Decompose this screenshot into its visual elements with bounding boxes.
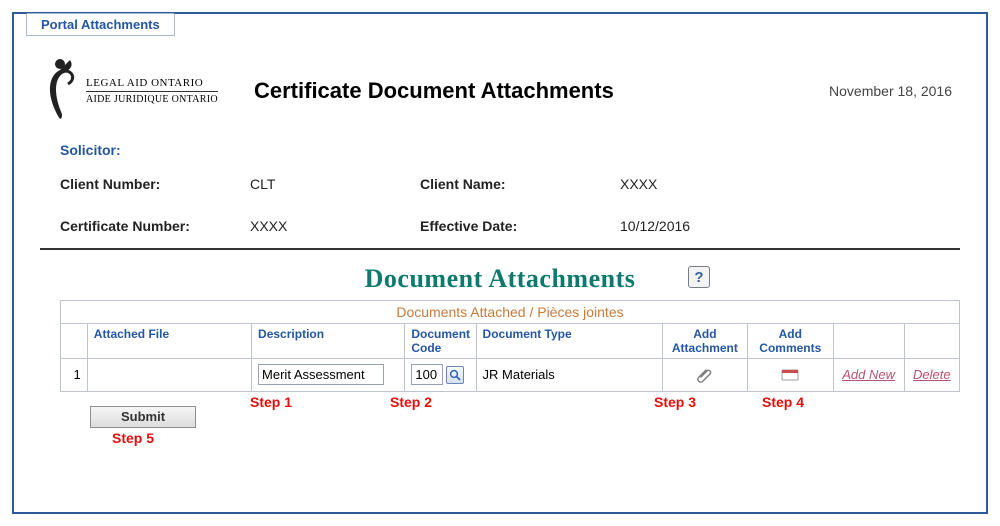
- app-frame: Portal Attachments LEGAL AID ONTARIO AID…: [12, 12, 988, 514]
- description-cell: [252, 359, 405, 391]
- client-number-value: CLT: [250, 176, 420, 192]
- header-date: November 18, 2016: [829, 83, 952, 99]
- section-divider: [40, 248, 960, 250]
- logo-text-main: LEGAL AID ONTARIO: [86, 77, 218, 89]
- col-document-code[interactable]: Document Code: [405, 324, 476, 359]
- col-document-type[interactable]: Document Type: [476, 324, 662, 359]
- logo-text-sub: AIDE JURIDIQUE ONTARIO: [86, 94, 218, 105]
- add-attachment-cell: [662, 359, 747, 391]
- lookup-button[interactable]: [446, 366, 464, 384]
- tab-portal-attachments[interactable]: Portal Attachments: [26, 13, 175, 36]
- magnify-icon: [449, 369, 461, 381]
- brand-logo: LEGAL AID ONTARIO AIDE JURIDIQUE ONTARIO: [40, 56, 230, 126]
- header-row: LEGAL AID ONTARIO AIDE JURIDIQUE ONTARIO…: [30, 48, 970, 136]
- logo-mark-icon: [40, 56, 80, 126]
- client-name-value: XXXX: [620, 176, 790, 192]
- col-add-attachment[interactable]: Add Attachment: [662, 324, 747, 359]
- content-area: LEGAL AID ONTARIO AIDE JURIDIQUE ONTARIO…: [30, 14, 970, 446]
- page-title: Certificate Document Attachments: [254, 78, 805, 104]
- delete-link[interactable]: Delete: [913, 367, 951, 382]
- effective-date-value: 10/12/2016: [620, 218, 790, 234]
- annotations-row: Step 1 Step 2 Step 3 Step 4 Submit Step …: [60, 396, 960, 446]
- doc-attach-section-title: Document Attachments: [365, 264, 636, 294]
- col-add-comments[interactable]: Add Comments: [748, 324, 833, 359]
- paperclip-icon[interactable]: [669, 365, 741, 385]
- add-comments-cell: [748, 359, 833, 391]
- col-rownum: [61, 324, 87, 359]
- solicitor-label: Solicitor:: [60, 142, 940, 158]
- document-code-cell: [405, 359, 476, 391]
- client-number-label: Client Number:: [60, 176, 250, 192]
- certificate-number-label: Certificate Number:: [60, 218, 250, 234]
- doc-table: Attached File Description Document Code …: [61, 324, 959, 391]
- step-4-label: Step 4: [762, 394, 804, 410]
- effective-date-label: Effective Date:: [420, 218, 620, 234]
- description-input[interactable]: [258, 364, 384, 385]
- step-2-label: Step 2: [390, 394, 432, 410]
- comment-icon[interactable]: [754, 367, 826, 383]
- document-code-input[interactable]: [411, 364, 443, 385]
- row-number: 1: [61, 359, 87, 391]
- col-description[interactable]: Description: [252, 324, 405, 359]
- help-icon[interactable]: ?: [688, 266, 710, 288]
- table-header-row: Attached File Description Document Code …: [61, 324, 959, 359]
- doc-table-caption: Documents Attached / Pièces jointes: [61, 301, 959, 324]
- table-row: 1: [61, 359, 959, 391]
- attached-file-cell: [87, 359, 251, 391]
- col-attached-file[interactable]: Attached File: [87, 324, 251, 359]
- step-3-label: Step 3: [654, 394, 696, 410]
- info-block: Solicitor: Client Number: CLT Client Nam…: [30, 136, 970, 234]
- step-1-label: Step 1: [250, 394, 292, 410]
- add-new-link[interactable]: Add New: [842, 367, 895, 382]
- col-add-new: [833, 324, 904, 359]
- document-type-cell: JR Materials: [476, 359, 662, 391]
- submit-button[interactable]: Submit: [90, 406, 196, 428]
- doc-attach-title-row: Document Attachments ?: [30, 264, 970, 294]
- col-delete: [904, 324, 959, 359]
- step-5-label: Step 5: [112, 430, 154, 446]
- certificate-number-value: XXXX: [250, 218, 420, 234]
- info-grid: Client Number: CLT Client Name: XXXX Cer…: [60, 176, 940, 234]
- doc-table-wrap: Documents Attached / Pièces jointes: [60, 300, 960, 392]
- client-name-label: Client Name:: [420, 176, 620, 192]
